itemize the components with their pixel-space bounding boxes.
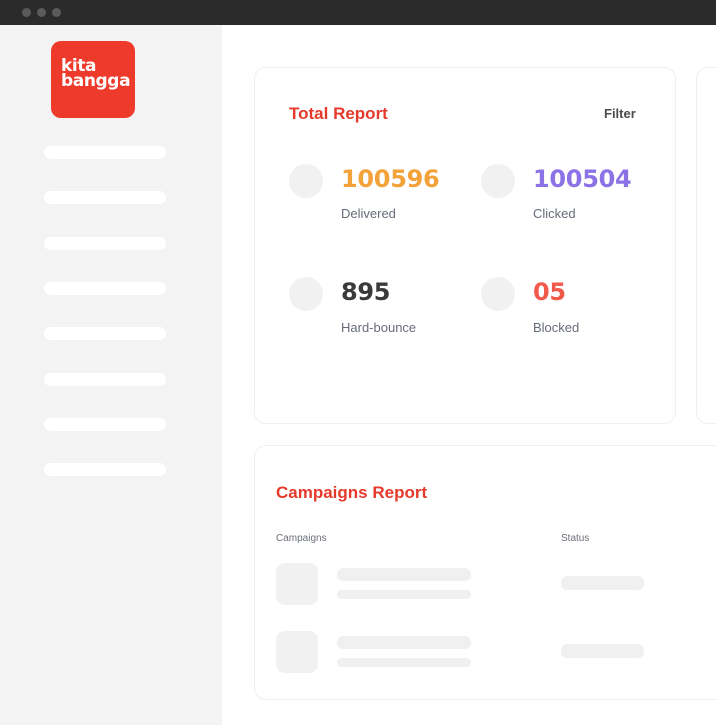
sidebar-nav-item-placeholder[interactable]	[44, 282, 166, 295]
hard-bounce-stat-icon	[289, 277, 323, 311]
window-close-dot[interactable]	[22, 8, 31, 17]
campaign-name-placeholder	[337, 568, 471, 581]
column-header-status: Status	[561, 533, 590, 544]
logo-line-2: bangga	[61, 71, 131, 91]
sidebar-nav-item-placeholder[interactable]	[44, 463, 166, 476]
column-header-campaigns: Campaigns	[276, 533, 327, 544]
clicked-value: 100504	[533, 165, 632, 193]
campaign-detail-placeholder	[337, 658, 471, 667]
blocked-value: 05	[533, 278, 566, 306]
campaigns-report-card: Campaigns Report Campaigns Status	[254, 445, 716, 700]
clicked-label: Clicked	[533, 206, 576, 221]
clicked-stat-icon	[481, 164, 515, 198]
sidebar-nav-item-placeholder[interactable]	[44, 237, 166, 250]
total-report-title: Total Report	[289, 104, 388, 123]
campaigns-report-title: Campaigns Report	[276, 483, 428, 502]
campaign-name-placeholder	[337, 636, 471, 649]
sidebar-nav-item-placeholder[interactable]	[44, 418, 166, 431]
campaign-detail-placeholder	[337, 590, 471, 599]
campaign-thumbnail-placeholder	[276, 563, 318, 605]
secondary-card	[696, 67, 716, 424]
hard-bounce-label: Hard-bounce	[341, 320, 417, 335]
sidebar: kita bangga	[0, 25, 222, 725]
delivered-value: 100596	[341, 165, 440, 193]
window-titlebar	[0, 0, 716, 25]
blocked-label: Blocked	[533, 320, 580, 335]
campaign-status-placeholder	[561, 576, 644, 590]
sidebar-nav-item-placeholder[interactable]	[44, 373, 166, 386]
sidebar-nav-item-placeholder[interactable]	[44, 327, 166, 340]
blocked-stat-icon	[481, 277, 515, 311]
kitabangga-logo[interactable]: kita bangga	[51, 41, 135, 118]
logo-wordmark: kita bangga	[61, 58, 131, 91]
delivered-stat-icon	[289, 164, 323, 198]
app-window: kita bangga Total Report Filter 100596 D…	[0, 0, 716, 725]
sidebar-nav-item-placeholder[interactable]	[44, 146, 166, 159]
total-report-card: Total Report Filter 100596 Delivered 100…	[254, 67, 676, 424]
window-maximize-dot[interactable]	[52, 8, 61, 17]
campaign-status-placeholder	[561, 644, 644, 658]
filter-button[interactable]: Filter	[604, 106, 636, 121]
delivered-label: Delivered	[341, 206, 396, 221]
sidebar-nav-item-placeholder[interactable]	[44, 191, 166, 204]
campaign-thumbnail-placeholder	[276, 631, 318, 673]
hard-bounce-value: 895	[341, 278, 391, 306]
window-minimize-dot[interactable]	[37, 8, 46, 17]
